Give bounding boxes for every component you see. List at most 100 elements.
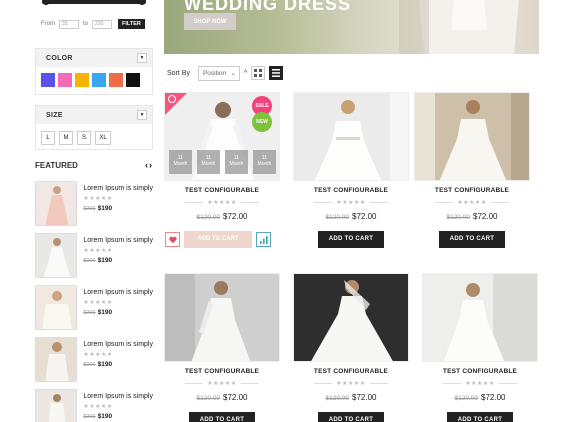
featured-item[interactable]: Lorem Ipsum is simply ★★★★★ $201 $190 <box>35 337 153 383</box>
price-slider[interactable] <box>42 0 146 5</box>
price-to-label: to <box>83 21 89 27</box>
size-option-m[interactable]: M <box>59 131 73 145</box>
price-slider-min-handle[interactable] <box>42 0 50 5</box>
product-price: $72.00 <box>352 393 377 402</box>
featured-thumbnail[interactable] <box>35 389 78 422</box>
featured-item-name[interactable]: Lorem Ipsum is simply <box>83 289 153 296</box>
price-from-input[interactable]: 33 <box>59 19 79 29</box>
product-price: $72.00 <box>473 212 498 221</box>
featured-item[interactable]: Lorem Ipsum is simply ★★★★★ $201 $190 <box>35 389 153 422</box>
color-swatch-black[interactable] <box>126 73 140 87</box>
featured-item-price: $190 <box>97 257 113 264</box>
bar-chart-icon <box>259 235 268 244</box>
list-icon <box>272 69 281 77</box>
size-filter-title: SIZE <box>46 111 63 119</box>
size-filter-toggle[interactable]: ▼ <box>137 110 147 120</box>
sort-direction-icon[interactable]: ^ <box>244 70 247 77</box>
featured-item[interactable]: Lorem Ipsum is simply ★★★★★ $201 $190 <box>35 181 153 227</box>
color-swatch-orange[interactable] <box>109 73 123 87</box>
size-option-s[interactable]: S <box>77 131 91 145</box>
product-name[interactable]: TEST CONFIGURABLE <box>422 368 538 375</box>
featured-item-rating: ★★★★★ <box>83 404 113 410</box>
featured-item-rating: ★★★★★ <box>83 300 113 306</box>
featured-item[interactable]: Lorem Ipsum is simply ★★★★★ $201 $190 <box>35 285 153 331</box>
product-image[interactable] <box>414 92 530 181</box>
product-card[interactable]: SALE NEW 11 Month 11 Month 11 Month 11 Month… <box>164 92 280 248</box>
featured-item-name[interactable]: Lorem Ipsum is simply <box>83 393 153 400</box>
product-old-price: $120.00 <box>325 214 350 221</box>
compare-button[interactable] <box>256 232 271 247</box>
product-name[interactable]: TEST CONFIGURABLE <box>164 368 280 375</box>
featured-thumbnail[interactable] <box>35 285 78 330</box>
color-filter-toggle[interactable]: ▼ <box>137 53 147 63</box>
product-toolbar: Sort By Position ⌄ ^ <box>164 64 544 82</box>
featured-item-old-price: $201 <box>83 362 96 368</box>
featured-thumbnail[interactable] <box>35 181 78 226</box>
product-image[interactable] <box>422 273 538 362</box>
featured-item-old-price: $201 <box>83 310 96 316</box>
grid-view-button[interactable] <box>251 66 266 80</box>
featured-item-rating: ★★★★★ <box>83 196 113 202</box>
product-old-price: $120.00 <box>446 214 471 221</box>
product-card[interactable]: TEST CONFIGURABLE ★★★★★ $120.00 $72.00 AD… <box>164 273 280 422</box>
deal-countdown: 11 Month 11 Month 11 Month 11 Month <box>169 150 276 174</box>
featured-title: FEATURED <box>35 160 78 170</box>
countdown-cell: 11 Month <box>253 150 276 174</box>
add-to-cart-button[interactable]: ADD TO CART <box>184 231 252 248</box>
product-price: $72.00 <box>223 212 248 221</box>
product-old-price: $120.00 <box>196 214 221 221</box>
color-swatch-yellow[interactable] <box>75 73 89 87</box>
product-image[interactable] <box>293 273 409 362</box>
product-rating: ★★★★★ <box>422 380 538 387</box>
product-price: $72.00 <box>352 212 377 221</box>
product-name[interactable]: TEST CONFIGURABLE <box>164 187 280 194</box>
product-card[interactable]: TEST CONFIGURABLE ★★★★★ $120.00 $72.00 AD… <box>414 92 530 248</box>
featured-nav-arrows[interactable]: ‹› <box>145 160 153 170</box>
add-to-cart-button[interactable]: ADD TO CART <box>318 412 384 422</box>
color-swatch-blue[interactable] <box>92 73 106 87</box>
product-name[interactable]: TEST CONFIGURABLE <box>293 368 409 375</box>
list-view-button[interactable] <box>269 66 284 80</box>
product-image[interactable] <box>293 92 409 181</box>
featured-item-price: $190 <box>97 205 113 212</box>
price-slider-max-handle[interactable] <box>138 0 146 5</box>
featured-item-price: $190 <box>97 413 113 420</box>
size-option-l[interactable]: L <box>41 131 55 145</box>
product-card[interactable]: TEST CONFIGURABLE ★★★★★ $120.00 $72.00 AD… <box>293 92 409 248</box>
price-to-input[interactable]: 220 <box>92 19 113 29</box>
promo-banner[interactable]: WEDDING DRESS SHOP NOW <box>164 0 539 54</box>
price-from-label: From <box>41 21 55 27</box>
featured-item-old-price: $201 <box>83 258 96 264</box>
product-card[interactable]: TEST CONFIGURABLE ★★★★★ $120.00 $72.00 AD… <box>422 273 538 422</box>
product-image[interactable]: SALE NEW 11 Month 11 Month 11 Month 11 Month <box>164 92 280 181</box>
product-rating: ★★★★★ <box>293 380 409 387</box>
featured-thumbnail[interactable] <box>35 233 78 278</box>
product-old-price: $120.00 <box>196 395 221 402</box>
product-image[interactable] <box>164 273 280 362</box>
featured-item[interactable]: Lorem Ipsum is simply ★★★★★ $201 $190 <box>35 233 153 279</box>
add-to-cart-button[interactable]: ADD TO CART <box>447 412 513 422</box>
sort-by-select[interactable]: Position ⌄ <box>197 65 240 81</box>
featured-item-old-price: $201 <box>83 206 96 212</box>
price-filter-button[interactable]: FILTER <box>118 19 145 29</box>
featured-thumbnail[interactable] <box>35 337 78 382</box>
featured-item-price: $190 <box>97 361 113 368</box>
color-swatch-purple[interactable] <box>41 73 55 87</box>
featured-item-name[interactable]: Lorem Ipsum is simply <box>83 341 153 348</box>
product-old-price: $120.00 <box>454 395 479 402</box>
featured-item-name[interactable]: Lorem Ipsum is simply <box>83 185 153 192</box>
shop-now-button[interactable]: SHOP NOW <box>184 13 236 30</box>
add-to-cart-button[interactable]: ADD TO CART <box>318 231 384 248</box>
featured-item-old-price: $201 <box>83 414 96 420</box>
add-to-cart-button[interactable]: ADD TO CART <box>189 412 255 422</box>
product-price: $72.00 <box>223 393 248 402</box>
size-option-xl[interactable]: XL <box>95 131 111 145</box>
color-swatch-pink[interactable] <box>58 73 72 87</box>
product-card[interactable]: TEST CONFIGURABLE ★★★★★ $120.00 $72.00 AD… <box>293 273 409 422</box>
add-to-cart-button[interactable]: ADD TO CART <box>439 231 505 248</box>
product-name[interactable]: TEST CONFIGURABLE <box>414 187 530 194</box>
wishlist-button[interactable] <box>165 232 180 247</box>
featured-item-name[interactable]: Lorem Ipsum is simply <box>83 237 153 244</box>
size-filter: SIZE ▼ L M S XL <box>35 105 153 150</box>
product-name[interactable]: TEST CONFIGURABLE <box>293 187 409 194</box>
